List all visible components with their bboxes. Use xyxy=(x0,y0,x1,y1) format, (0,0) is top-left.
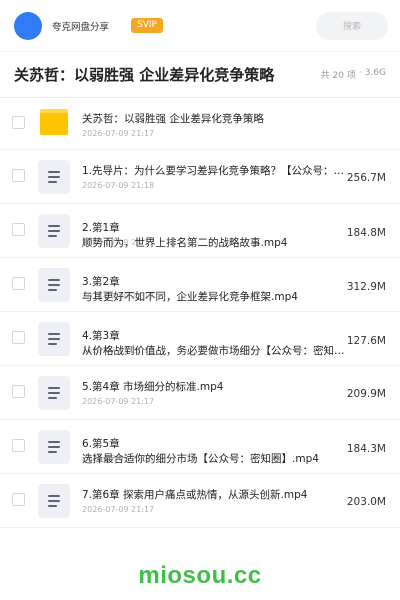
avatar[interactable] xyxy=(14,11,42,40)
top-bar: 夸克网盘分享 SVIP 搜索 xyxy=(0,0,400,52)
total-size: 3.6G xyxy=(364,68,386,78)
item-checkbox[interactable] xyxy=(12,169,25,182)
list-item[interactable]: 7.第6章 探索用户痛点或热情，从源头创新.mp4 2026-07-09 21:… xyxy=(0,474,400,528)
list-item[interactable]: 5.第4章 市场细分的标准.mp4 2026-07-09 21:17 209.9… xyxy=(0,366,400,420)
item-date: 2026-07-09 21:17 xyxy=(82,505,155,514)
meta-separator: · xyxy=(358,68,362,78)
list-item[interactable]: 2026-07-09 21:17 4.第3章 从价格战到价值战，务必要做市场细分… xyxy=(0,312,400,366)
item-name: 7.第6章 探索用户痛点或热情，从源头创新.mp4 xyxy=(82,489,308,501)
item-name: 5.第4章 市场细分的标准.mp4 xyxy=(82,381,224,393)
item-date: 2026-07-09 21:17 xyxy=(82,397,155,406)
item-checkbox[interactable] xyxy=(12,331,25,344)
file-list: 关苏哲：以弱胜强 企业差异化竞争策略 2026-07-09 21:17 1.先导… xyxy=(0,98,400,528)
item-size: 127.6M xyxy=(346,335,386,347)
document-icon xyxy=(38,268,70,302)
list-item[interactable]: 2026-07-09 21:17 3.第2章 与其更好不如不同，企业差异化竞争框… xyxy=(0,258,400,312)
item-size: 184.8M xyxy=(346,227,386,239)
item-name: 1.先导片：为什么要学习差异化竞争策略？【公众号：密知圈】.mp4 xyxy=(82,165,354,177)
watermark: miosou.cc xyxy=(138,562,262,589)
item-size: 184.3M xyxy=(346,443,386,455)
item-name-continued: 选择最合适你的细分市场【公众号：密知圈】.mp4 xyxy=(82,453,319,465)
item-name: 6.第5章 xyxy=(82,438,120,450)
item-name: 4.第3章 xyxy=(82,330,120,342)
item-size: 209.9M xyxy=(346,388,386,400)
item-date: 2026-07-09 21:17 xyxy=(82,129,155,138)
document-icon xyxy=(38,160,70,194)
item-size: 312.9M xyxy=(346,281,386,293)
document-icon xyxy=(38,214,70,248)
search-input[interactable]: 搜索 xyxy=(316,11,388,40)
item-checkbox[interactable] xyxy=(12,439,25,452)
item-name-continued: 与其更好不如不同，企业差异化竞争框架.mp4 xyxy=(82,291,298,303)
folder-meta: 共 20 项 · 3.6G xyxy=(321,68,386,81)
item-count: 共 20 项 xyxy=(320,71,356,81)
item-checkbox[interactable] xyxy=(12,223,25,236)
item-date: 2026-07-09 21:18 xyxy=(82,181,155,190)
svip-badge: SVIP xyxy=(131,18,163,33)
list-item[interactable]: 2026-07-09 21:17 6.第5章 选择最合适你的细分市场【公众号：密… xyxy=(0,420,400,474)
item-name-continued: 顺势而为，世界上排名第二的战略故事.mp4 xyxy=(82,237,288,249)
folder-header: 关苏哲：以弱胜强 企业差异化竞争策略 共 20 项 · 3.6G xyxy=(0,52,400,98)
item-checkbox[interactable] xyxy=(12,385,25,398)
item-name: 2.第1章 xyxy=(82,222,120,234)
list-item[interactable]: 关苏哲：以弱胜强 企业差异化竞争策略 2026-07-09 21:17 xyxy=(0,98,400,150)
document-icon xyxy=(38,322,70,356)
document-icon xyxy=(38,430,70,464)
item-checkbox[interactable] xyxy=(12,116,25,129)
list-item[interactable]: 2026-07-09 21:17 2.第1章 顺势而为，世界上排名第二的战略故事… xyxy=(0,204,400,258)
item-name: 3.第2章 xyxy=(82,276,120,288)
page-title: 关苏哲：以弱胜强 企业差异化竞争策略 xyxy=(14,66,275,84)
item-size: 203.0M xyxy=(346,496,386,508)
document-icon xyxy=(38,376,70,410)
item-size: 256.7M xyxy=(346,172,386,184)
item-checkbox[interactable] xyxy=(12,493,25,506)
item-checkbox[interactable] xyxy=(12,277,25,290)
item-name: 关苏哲：以弱胜强 企业差异化竞争策略 xyxy=(82,113,264,125)
sharer-name: 夸克网盘分享 xyxy=(52,21,110,33)
list-item[interactable]: 1.先导片：为什么要学习差异化竞争策略？【公众号：密知圈】.mp4 2026-0… xyxy=(0,150,400,204)
document-icon xyxy=(38,484,70,518)
item-name-continued: 从价格战到价值战，务必要做市场细分【公众号：密知圈】.mp4 xyxy=(82,345,354,357)
folder-icon xyxy=(40,109,68,135)
